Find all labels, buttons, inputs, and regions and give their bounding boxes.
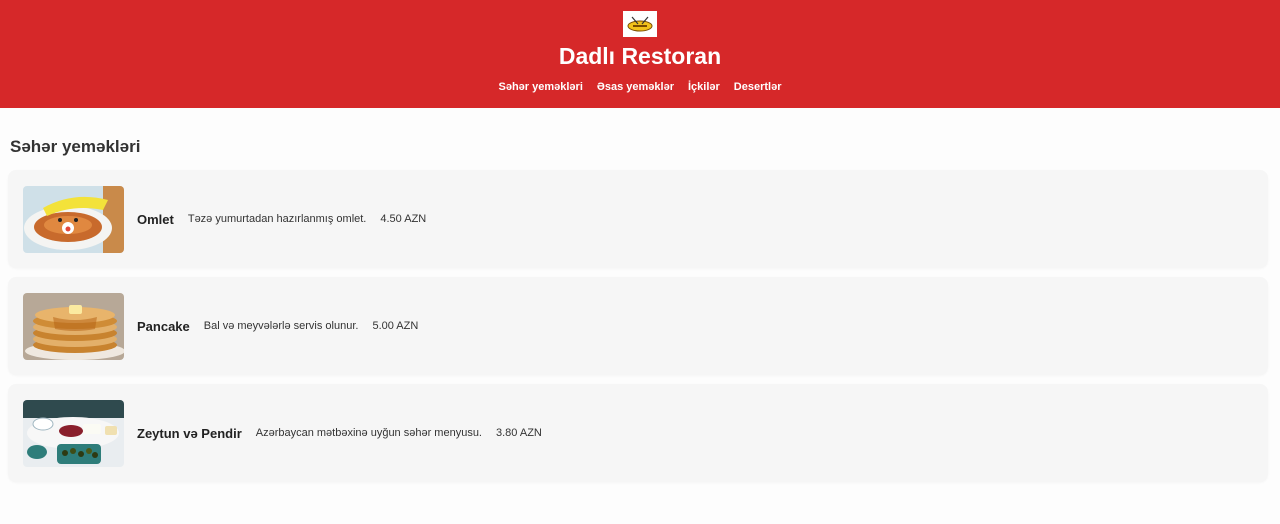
main-content: Səhər yeməkləri Omlet Təzə yumurtadan ha… (0, 108, 1280, 482)
menu-item-card[interactable]: Omlet Təzə yumurtadan hazırlanmış omlet.… (8, 170, 1268, 268)
nav-item-desserts[interactable]: Desertlər (734, 80, 782, 94)
main-nav: Səhər yeməkləri Əsas yeməklər İçkilər De… (498, 80, 781, 94)
menu-item-description: Azərbaycan mətbəxinə uyğun səhər menyusu… (255, 427, 482, 439)
menu-item-description: Bal və meyvələrlə servis olunur. (203, 320, 359, 332)
olives-and-cheese-photo (23, 399, 124, 467)
menu-item-price: 4.50 AZN (380, 213, 427, 225)
menu-item-name: Zeytun və Pendir (137, 425, 242, 441)
section-title: Səhər yeməkləri (10, 137, 141, 156)
menu-item-price: 5.00 AZN (372, 320, 419, 332)
menu-item-description: Təzə yumurtadan hazırlanmış omlet. (187, 213, 367, 225)
menu-item-name: Omlet (137, 211, 174, 227)
menu-item-card[interactable]: Zeytun və Pendir Azərbaycan mətbəxinə uy… (8, 384, 1268, 482)
site-header: Dadlı Restoran Səhər yeməkləri Əsas yemə… (0, 0, 1280, 108)
restaurant-logo-icon[interactable] (623, 11, 657, 37)
site-title: Dadlı Restoran (558, 43, 722, 69)
menu-item-name: Pancake (137, 318, 190, 334)
pancake-photo (23, 292, 124, 360)
nav-item-breakfast[interactable]: Səhər yeməkləri (498, 80, 582, 94)
omelet-photo (23, 185, 124, 253)
nav-item-main-dishes[interactable]: Əsas yeməklər (597, 80, 674, 94)
nav-item-drinks[interactable]: İçkilər (688, 80, 720, 94)
menu-list: Omlet Təzə yumurtadan hazırlanmış omlet.… (8, 170, 1268, 482)
menu-item-card[interactable]: Pancake Bal və meyvələrlə servis olunur.… (8, 277, 1268, 375)
menu-item-price: 3.80 AZN (496, 427, 542, 439)
